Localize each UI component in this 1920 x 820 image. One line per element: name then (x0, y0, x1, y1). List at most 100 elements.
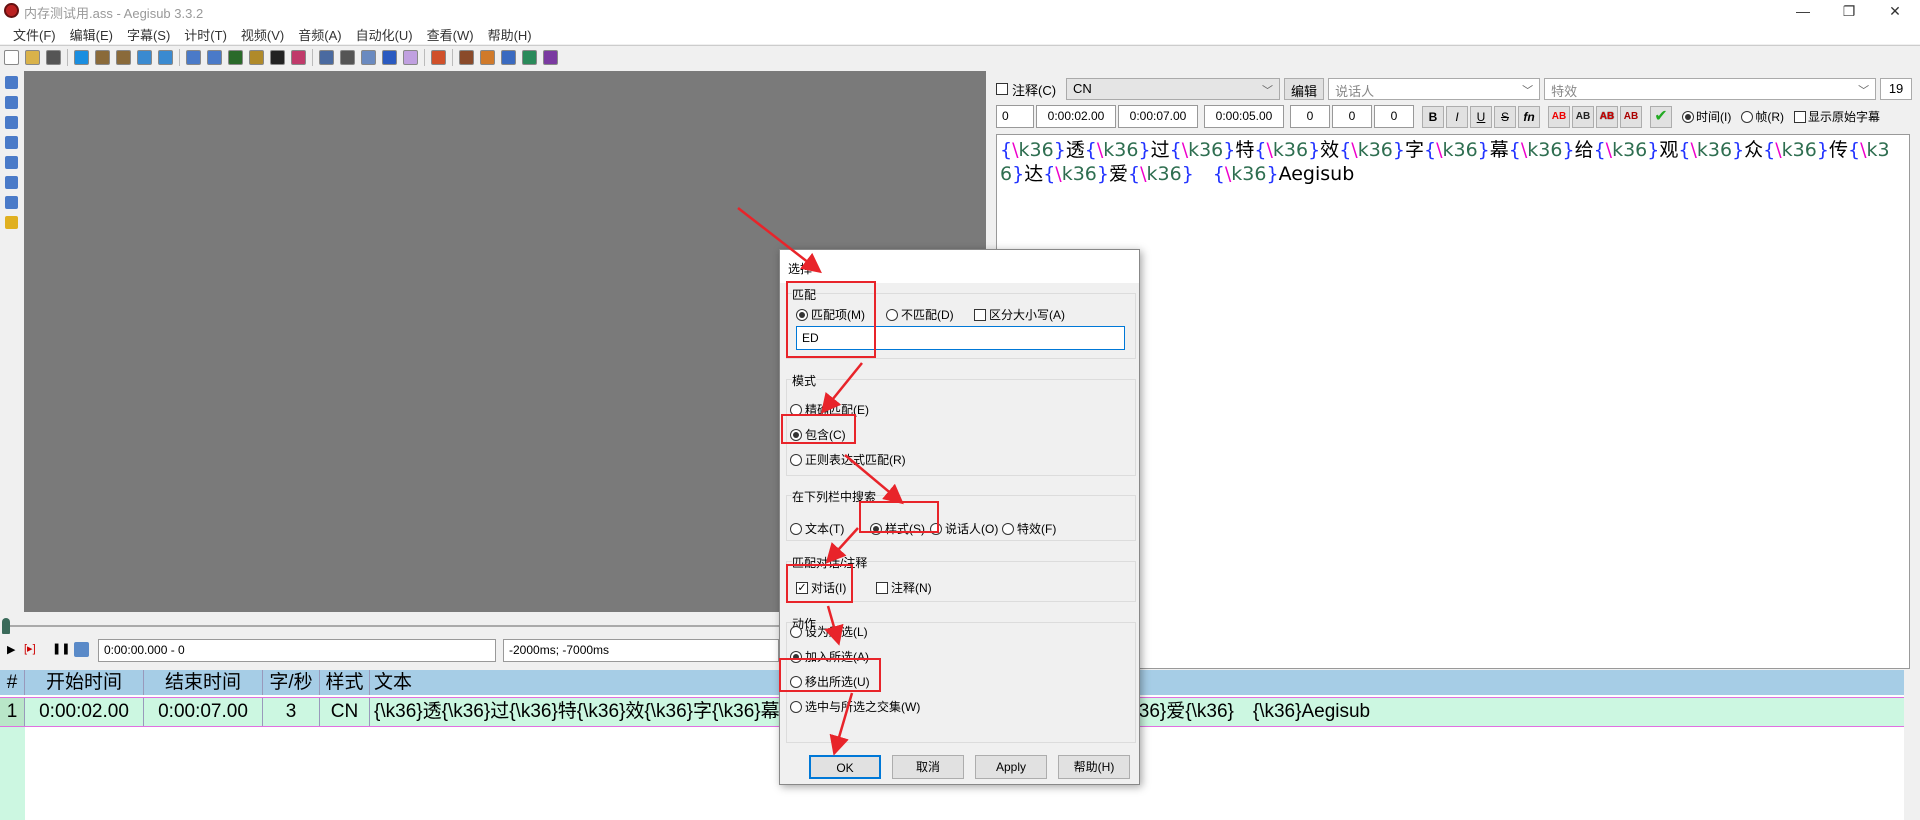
automation-icon[interactable] (522, 49, 537, 65)
resample-icon[interactable] (291, 49, 306, 65)
col-number[interactable]: # (0, 670, 25, 695)
show-original-checkbox[interactable] (1794, 110, 1806, 123)
style-select[interactable]: CN ﹀ (1066, 78, 1281, 100)
help-tool-icon[interactable] (4, 216, 18, 229)
italic-button[interactable]: I (1446, 105, 1468, 128)
action-option[interactable]: 移出所选(U) (790, 673, 870, 690)
autoscroll-icon[interactable] (74, 642, 89, 657)
standard-tool-icon[interactable] (4, 76, 18, 89)
nomatch-radio[interactable] (886, 308, 898, 321)
font-button[interactable]: fn (1518, 105, 1540, 128)
save-file-icon[interactable] (46, 49, 61, 65)
play-line-icon[interactable]: [▸] (24, 642, 36, 655)
match-text-input[interactable] (796, 326, 1125, 350)
field-option[interactable]: 说话人(O) (930, 520, 998, 537)
action-radio[interactable] (790, 675, 802, 688)
case-sensitive-checkbox[interactable] (974, 308, 986, 321)
margin-right-field[interactable]: 0 (1332, 105, 1372, 128)
menu-item[interactable]: 查看(W) (420, 22, 481, 44)
action-radio[interactable] (790, 650, 802, 663)
mode-option[interactable]: 包含(C) (790, 426, 846, 443)
menu-item[interactable]: 字幕(S) (120, 22, 177, 44)
strikeout-button[interactable]: S (1494, 105, 1516, 128)
margin-vertical-field[interactable]: 0 (1374, 105, 1414, 128)
translation-icon[interactable] (270, 49, 285, 65)
outline-color-button[interactable]: AB (1596, 105, 1618, 128)
options-icon[interactable] (459, 49, 474, 65)
shadow-color-button[interactable]: AB (1620, 105, 1642, 128)
macro-icon[interactable] (543, 49, 558, 65)
select-lines-icon[interactable] (382, 49, 397, 65)
jump-to-icon[interactable] (74, 49, 89, 65)
primary-color-button[interactable]: AB (1548, 105, 1570, 128)
col-start[interactable]: 开始时间 (25, 670, 144, 695)
commit-check-icon[interactable]: ✔ (1650, 105, 1672, 128)
menu-item[interactable]: 自动化(U) (349, 22, 420, 44)
comment-type-checkbox[interactable] (876, 581, 888, 594)
open-file-icon[interactable] (25, 49, 40, 65)
kanji-timer-icon[interactable] (361, 49, 376, 65)
menu-item[interactable]: 音频(A) (291, 22, 348, 44)
layer-spinner[interactable]: 0 (996, 105, 1034, 128)
video-position-field[interactable]: 0:00:00.000 - 0 (98, 639, 496, 662)
scale-tool-icon[interactable] (4, 156, 18, 169)
bold-button[interactable]: B (1422, 105, 1444, 128)
grid-scrollbar[interactable] (1904, 670, 1920, 820)
match-radio[interactable] (796, 308, 808, 321)
action-option[interactable]: 设为所选(L) (790, 623, 868, 640)
cancel-button[interactable]: 取消 (892, 755, 964, 779)
attachments-icon[interactable] (228, 49, 243, 65)
secondary-color-button[interactable]: AB (1572, 105, 1594, 128)
col-end[interactable]: 结束时间 (144, 670, 263, 695)
field-radio[interactable] (870, 522, 882, 535)
snap-end-icon[interactable] (158, 49, 173, 65)
field-option[interactable]: 文本(T) (790, 520, 844, 537)
fonts-collector-icon[interactable] (249, 49, 264, 65)
action-option[interactable]: 选中与所选之交集(W) (790, 698, 920, 715)
spell-check-icon[interactable] (319, 49, 334, 65)
frame-radio[interactable] (1741, 110, 1754, 123)
shift-times-icon[interactable] (480, 49, 495, 65)
maximize-button[interactable]: ❐ (1826, 0, 1872, 22)
action-radio[interactable] (790, 700, 802, 713)
field-radio[interactable] (1002, 522, 1014, 535)
timing-postprocessor-icon[interactable] (340, 49, 355, 65)
time-radio[interactable] (1682, 110, 1694, 123)
action-radio[interactable] (790, 625, 802, 638)
mode-radio[interactable] (790, 428, 802, 441)
menu-item[interactable]: 视频(V) (234, 22, 291, 44)
minimize-button[interactable]: — (1780, 0, 1826, 22)
zoom-in-icon[interactable] (95, 49, 110, 65)
menu-item[interactable]: 帮助(H) (481, 22, 539, 44)
underline-button[interactable]: U (1470, 105, 1492, 128)
field-option[interactable]: 样式(S) (870, 520, 925, 537)
action-option[interactable]: 加入所选(A) (790, 648, 869, 665)
rotate-xy-tool-icon[interactable] (4, 136, 18, 149)
menu-item[interactable]: 编辑(E) (63, 22, 120, 44)
style-manager-icon[interactable] (186, 49, 201, 65)
zoom-out-icon[interactable] (116, 49, 131, 65)
edit-style-button[interactable]: 编辑 (1284, 78, 1325, 100)
help-button[interactable]: 帮助(H) (1058, 755, 1130, 779)
dialogue-checkbox[interactable]: ✓ (796, 581, 808, 594)
pause-icon[interactable]: ❚❚ (52, 642, 70, 655)
col-style[interactable]: 样式 (320, 670, 370, 695)
col-cps[interactable]: 字/秒 (263, 670, 320, 695)
comment-checkbox[interactable] (996, 83, 1008, 95)
drag-tool-icon[interactable] (4, 96, 18, 109)
properties-icon[interactable] (207, 49, 222, 65)
close-button[interactable]: ✕ (1872, 0, 1918, 22)
mode-radio[interactable] (790, 403, 802, 416)
play-icon[interactable]: ▶ (7, 643, 15, 656)
mode-radio[interactable] (790, 453, 802, 466)
apply-button[interactable]: Apply (975, 755, 1047, 779)
start-time-field[interactable]: 0:00:02.00 (1036, 105, 1116, 128)
karaoke-icon[interactable] (501, 49, 516, 65)
duration-field[interactable]: 0:00:05.00 (1204, 105, 1284, 128)
rotate-z-tool-icon[interactable] (4, 116, 18, 129)
menu-item[interactable]: 文件(F) (6, 22, 63, 44)
seek-thumb[interactable] (2, 618, 10, 634)
sort-icon[interactable] (403, 49, 418, 65)
actor-select[interactable]: 说话人 ﹀ (1328, 78, 1541, 100)
new-file-icon[interactable] (4, 49, 19, 65)
